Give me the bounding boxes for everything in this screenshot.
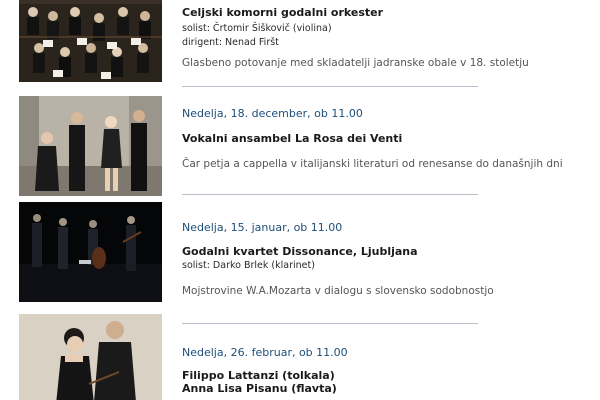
duo-photo-image (19, 314, 162, 400)
event-title: Vokalni ansambel La Rosa dei Venti (182, 132, 403, 145)
orchestra-photo (19, 0, 162, 82)
vocal-ensemble-photo-image (19, 96, 162, 196)
event-title: Celjski komorni godalni orkester (182, 6, 384, 19)
event-date: Nedelja, 26. februar, ob 11.00 (182, 346, 348, 359)
event-title: Godalni kvartet Dissonance, Ljubljana (182, 245, 418, 258)
event-description: Glasbeno potovanje med skladatelji jadra… (182, 57, 529, 69)
event-title-line1: Filippo Lattanzi (tolkala) (182, 369, 335, 382)
vocal-ensemble-photo (19, 96, 162, 196)
divider (182, 86, 478, 87)
orchestra-photo-image (19, 0, 162, 82)
string-quartet-photo (19, 202, 162, 302)
event-description: Mojstrovine W.A.Mozarta v dialogu s slov… (182, 285, 494, 297)
event-title-line2: Anna Lisa Pisanu (flavta) (182, 382, 337, 395)
event-soloist: solist: Črtomir Šiškovič (violina) (182, 23, 332, 34)
event-description: Čar petja a cappella v italijanski liter… (182, 158, 563, 170)
event-conductor: dirigent: Nenad Firšt (182, 37, 279, 48)
event-date: Nedelja, 18. december, ob 11.00 (182, 107, 363, 120)
divider (182, 194, 478, 195)
event-date: Nedelja, 15. januar, ob 11.00 (182, 221, 343, 234)
string-quartet-photo-image (19, 202, 162, 302)
event-soloist: solist: Darko Brlek (klarinet) (182, 260, 315, 271)
divider (182, 323, 478, 324)
concert-program-page: Celjski komorni godalni orkester solist:… (0, 0, 600, 400)
duo-photo (19, 314, 162, 400)
